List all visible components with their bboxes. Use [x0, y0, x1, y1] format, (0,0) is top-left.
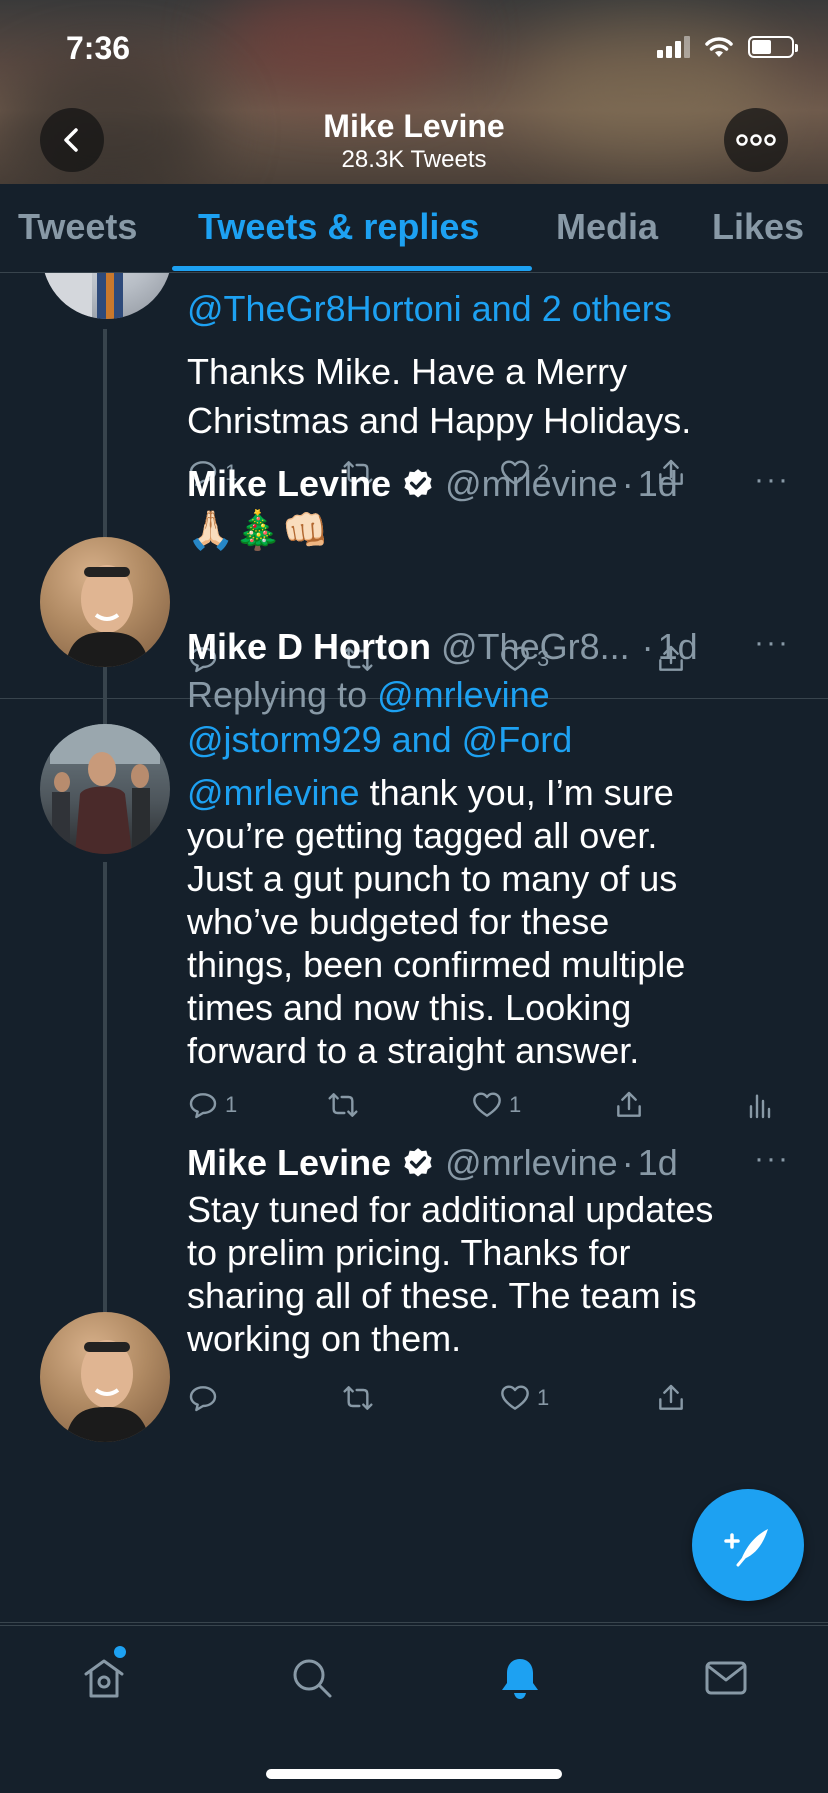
profile-tabs: Tweets Tweets & replies Media Likes	[0, 184, 828, 273]
reply-button[interactable]: 1	[187, 1089, 237, 1121]
share-button[interactable]	[655, 1382, 687, 1414]
tweet-text: who’ve budgeted for these	[187, 901, 610, 942]
tab-tweets[interactable]: Tweets	[18, 206, 137, 248]
like-count: 1	[537, 1385, 550, 1410]
reply-icon	[189, 1386, 217, 1412]
home-indicator	[266, 1769, 562, 1779]
tweet-author-row: Mike Levine @mrlevine · 1d	[187, 463, 678, 505]
retweet-button[interactable]	[342, 1382, 380, 1414]
tweet-time: 1d	[637, 1142, 678, 1183]
share-icon	[617, 1091, 641, 1117]
status-time: 7:36	[66, 30, 131, 66]
tweet-text: working on them.	[187, 1318, 462, 1359]
like-icon	[501, 1385, 529, 1410]
avatar[interactable]	[40, 1312, 170, 1442]
tweet-more-icon[interactable]: ···	[754, 463, 790, 497]
tweet-text: Thanks Mike. Have a Merry	[187, 351, 628, 392]
signal-icon	[657, 36, 690, 58]
like-button[interactable]: 1	[499, 1382, 549, 1414]
active-tab-indicator	[172, 266, 532, 271]
tweet-more-icon[interactable]: ···	[754, 626, 790, 660]
reply-icon	[189, 1093, 217, 1119]
retweet-icon	[328, 1093, 358, 1117]
avatar[interactable]	[40, 724, 170, 854]
status-icons	[657, 36, 798, 58]
compose-icon	[724, 1529, 768, 1567]
tweet-count: 28.3K Tweets	[341, 146, 487, 173]
battery-icon	[748, 36, 798, 58]
mention-link[interactable]: @jstorm929 and @Ford	[187, 715, 572, 764]
author-name[interactable]: Mike Levine	[187, 463, 391, 505]
replying-mentions[interactable]: @TheGr8Hortoni and 2 others	[187, 284, 672, 333]
more-button[interactable]	[724, 108, 788, 172]
like-button[interactable]: 1	[471, 1089, 521, 1121]
more-icon	[736, 134, 776, 146]
author-name[interactable]: Mike D Horton	[187, 626, 431, 668]
tab-tweets-replies[interactable]: Tweets & replies	[198, 206, 479, 248]
analytics-icon	[749, 1094, 771, 1119]
reply-count: 1	[225, 1092, 238, 1117]
tab-likes[interactable]: Likes	[712, 206, 804, 248]
profile-header: 7:36 Mike Levine 28.3K Tweets	[0, 0, 828, 184]
tweet-text: to prelim pricing. Thanks for	[187, 1232, 631, 1273]
wifi-icon	[705, 37, 733, 57]
verified-icon	[404, 469, 432, 498]
like-icon	[473, 1092, 501, 1117]
author-handle[interactable]: @mrlevine	[445, 463, 618, 505]
profile-name: Mike Levine	[323, 108, 505, 144]
tweet-text: Stay tuned for additional updates	[187, 1189, 714, 1230]
share-icon	[659, 1384, 683, 1410]
tweet-text: you’re getting tagged all over.	[187, 815, 658, 856]
mention-link[interactable]: @mrlevine	[187, 772, 360, 813]
like-count: 1	[509, 1092, 522, 1117]
tweet-text: forward to a straight answer.	[187, 1030, 640, 1071]
tweet-time: 1d	[657, 626, 698, 667]
tweet-text: things, been confirmed multiple	[187, 944, 686, 985]
avatar[interactable]	[42, 273, 172, 319]
timeline[interactable]: @TheGr8Hortoni and 2 others Thanks Mike.…	[0, 273, 828, 1625]
tweet-more-icon[interactable]: ···	[754, 1142, 790, 1176]
author-handle[interactable]: @mrlevine	[445, 1142, 618, 1184]
messages-icon[interactable]	[702, 1654, 750, 1702]
compose-tweet-button[interactable]	[692, 1489, 804, 1601]
tweet-text: @mrlevine thank you, I’m sure	[187, 772, 674, 813]
analytics-button[interactable]	[743, 1089, 775, 1121]
tab-media[interactable]: Media	[556, 206, 658, 248]
tweet-text: Christmas and Happy Holidays.	[187, 400, 692, 441]
avatar[interactable]	[40, 537, 170, 667]
home-icon[interactable]	[80, 1654, 128, 1702]
author-handle[interactable]: @TheGr8...	[441, 626, 630, 668]
replying-to: Replying to @mrlevine	[187, 674, 550, 715]
reply-button[interactable]	[187, 1382, 225, 1414]
mention-link[interactable]: @mrlevine	[377, 674, 550, 715]
notifications-icon[interactable]	[496, 1654, 544, 1702]
tweet-text: times and now this. Looking	[187, 987, 632, 1028]
tweet-text: 🙏🏻🎄👊🏻	[187, 510, 329, 552]
bottom-navigation	[0, 1625, 828, 1793]
tweet-author-row: Mike D Horton @TheGr8... · 1d	[187, 626, 698, 668]
retweet-icon	[343, 1386, 373, 1410]
tweet-actions: 1	[187, 1382, 747, 1422]
tweet-actions: 1 1	[187, 1089, 787, 1129]
tweet-time: 1d	[637, 463, 678, 504]
verified-icon	[404, 1148, 432, 1177]
search-icon[interactable]	[288, 1654, 336, 1702]
tweet-divider	[0, 1622, 828, 1623]
author-name[interactable]: Mike Levine	[187, 1142, 391, 1184]
retweet-button[interactable]	[327, 1089, 365, 1121]
tweet-text: Just a gut punch to many of us	[187, 858, 678, 899]
tweet-text: sharing all of these. The team is	[187, 1275, 697, 1316]
tweet-author-row: Mike Levine @mrlevine · 1d	[187, 1142, 678, 1184]
share-button[interactable]	[613, 1089, 645, 1121]
